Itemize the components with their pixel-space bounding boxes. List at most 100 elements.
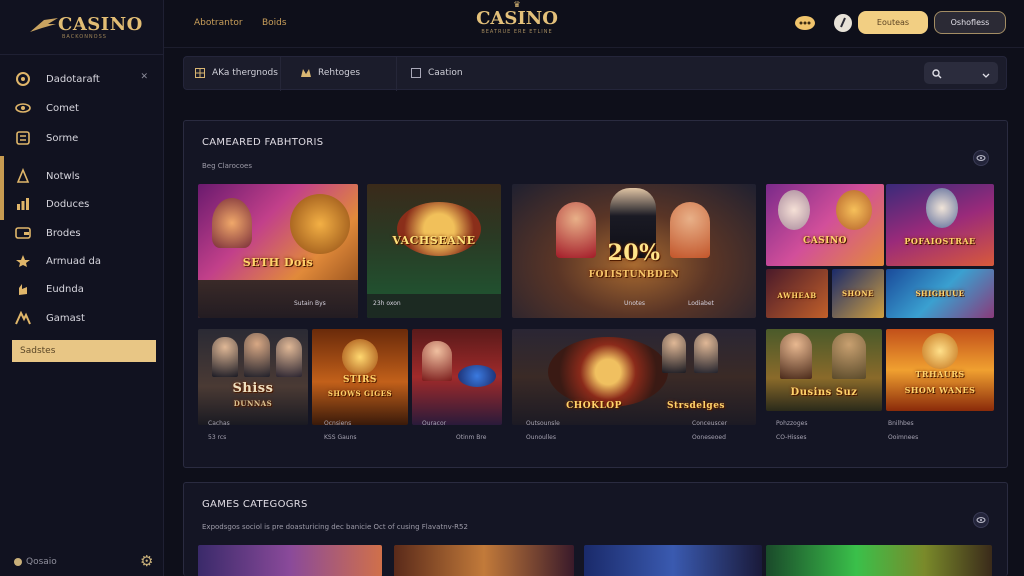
brand-logo[interactable]: CASINO BACKONNOSS (28, 12, 142, 42)
eye-icon[interactable] (973, 150, 989, 166)
medallion-art (342, 339, 378, 375)
sidebar-footer[interactable]: Qosaio (14, 554, 154, 570)
game-subtitle: SHOM WANES (904, 385, 976, 395)
game-meta: KSS Gauns (324, 434, 357, 441)
game-title: SETH Dois (242, 256, 314, 269)
character-art (276, 337, 302, 377)
game-tile[interactable]: POFAIOSTRAE (886, 184, 994, 266)
game-meta: Cachas (208, 420, 230, 427)
character-art (212, 337, 238, 377)
game-meta: Ooneseoed (692, 434, 726, 441)
deposit-button[interactable]: Eouteas (858, 11, 928, 34)
sidebar-item-label: Sadstes (20, 346, 56, 356)
game-title: TRHAURS (915, 369, 965, 379)
category-tile[interactable] (766, 545, 992, 576)
sidebar-item-6[interactable]: Brodes (14, 222, 154, 244)
sidebar-item-label: Sorme (46, 132, 79, 144)
character-art (244, 333, 270, 377)
sidebar-item-2[interactable]: Comet (14, 97, 154, 119)
table-icon (410, 67, 422, 79)
game-tile[interactable] (412, 329, 502, 425)
top-link-2[interactable]: Boids (262, 18, 287, 28)
jackpot-percent: 20% (607, 240, 661, 266)
profile-icon[interactable] (830, 12, 856, 34)
game-tile[interactable]: VACHSEANE 23h oxon (367, 184, 501, 318)
search-input[interactable] (924, 62, 998, 84)
character-art (832, 333, 866, 379)
lion-art (290, 194, 350, 254)
sign-in-button[interactable]: Oshofless (934, 11, 1006, 34)
game-tile[interactable]: Dusins Suz (766, 329, 882, 411)
featured-title: CAMEARED FABHTORIS (202, 137, 324, 148)
game-subtitle: SHOWS GIGES (327, 389, 393, 398)
game-meta: CO-Hisses (776, 434, 807, 441)
sidebar-item-8[interactable]: Eudnda (14, 278, 154, 300)
featured-jackpot-tile[interactable]: 20% FOLISTUNBDEN Unotes Lodiabet (512, 184, 756, 318)
pin-icon[interactable]: ✕ (140, 72, 148, 82)
filter-tab-1[interactable]: AKa thergnods (194, 67, 278, 79)
sidebar-item-5[interactable]: Doduces (14, 193, 154, 215)
character-art (662, 333, 686, 373)
game-tile[interactable]: Shiss DUNNAS (198, 329, 308, 425)
sidebar: CASINO BACKONNOSS Dadotaraft ✕ Comet Sor… (0, 0, 164, 576)
categories-title: GAMES CATEGOGRS (202, 499, 308, 510)
sidebar-item-active[interactable]: Sadstes (12, 340, 156, 362)
game-meta: Bnilhbes (888, 420, 914, 427)
tiger-art (922, 333, 958, 369)
game-tile[interactable]: CHOKLOP Strsdelges (512, 329, 756, 425)
filter-tab-label: Caation (428, 68, 463, 78)
top-link-1[interactable]: Abotrantor (194, 18, 243, 28)
game-tile[interactable]: SHIGHUUE (886, 269, 994, 318)
filter-tab-2[interactable]: Rehtoges (300, 67, 360, 79)
category-tile[interactable] (584, 545, 762, 576)
hand-icon (14, 281, 32, 297)
footer-label: Qosaio (26, 557, 57, 567)
game-meta: Ocnsiens (324, 420, 352, 427)
game-title: SHONE (841, 289, 874, 298)
gear-icon[interactable]: ⚙ (140, 552, 153, 570)
category-art (584, 545, 762, 576)
game-tile[interactable]: SETH Dois Sutain Bys (198, 184, 358, 318)
game-title: Dusins Suz (790, 387, 858, 398)
featured-panel: CAMEARED FABHTORIS Beg Clarocoes SETH Do… (183, 120, 1008, 468)
wing-logo-icon (30, 18, 58, 32)
sidebar-item-3[interactable]: Sorme (14, 127, 154, 149)
game-tile[interactable]: CASINO (766, 184, 884, 266)
category-tile[interactable] (198, 545, 382, 576)
sidebar-item-9[interactable]: Gamast (14, 307, 154, 329)
game-title: CASINO (803, 236, 847, 246)
center-logo-subtext: BEATRUE ERE ETLINE (481, 29, 553, 35)
eye-icon[interactable] (973, 512, 989, 528)
center-logo[interactable]: ♛ CASINO BEATRUE ERE ETLINE (472, 1, 562, 36)
character-art (780, 333, 812, 379)
coin-stack-icon (14, 130, 32, 146)
filter-tab-label: Rehtoges (318, 68, 361, 78)
category-art (766, 545, 992, 576)
sidebar-item-4[interactable]: Notwls (14, 165, 154, 187)
game-meta: Outsounsle (526, 420, 560, 427)
sidebar-item-label: Dadotaraft (46, 73, 100, 85)
game-meta: Ouracor (422, 420, 447, 427)
chevron-down-icon[interactable] (982, 64, 990, 83)
sidebar-item-label: Doduces (46, 198, 90, 210)
game-meta: Pohzzoges (776, 420, 808, 427)
sidebar-item-label: Gamast (46, 312, 85, 324)
game-tile[interactable]: STIRS SHOWS GIGES (312, 329, 408, 425)
logo-subtext: BACKONNOSS (62, 34, 107, 40)
game-meta: Unotes (624, 300, 646, 307)
chart-icon (14, 196, 32, 212)
sidebar-accent-bar (0, 156, 4, 220)
category-art (198, 545, 382, 576)
sidebar-item-1[interactable]: Dadotaraft ✕ (14, 68, 154, 90)
filter-tab-3[interactable]: Caation (410, 67, 463, 79)
filter-tab-label: AKa thergnods (212, 68, 278, 78)
sidebar-item-7[interactable]: Armuad da (14, 250, 154, 272)
category-tile[interactable] (394, 545, 574, 576)
roulette-art (548, 337, 668, 407)
chat-icon[interactable] (792, 12, 818, 34)
chips-icon (14, 168, 32, 184)
game-subtitle: DUNNAS (233, 399, 273, 408)
game-tile[interactable]: SHONE (832, 269, 884, 318)
game-tile[interactable]: AWHEAB (766, 269, 828, 318)
game-tile[interactable]: TRHAURS SHOM WANES (886, 329, 994, 411)
